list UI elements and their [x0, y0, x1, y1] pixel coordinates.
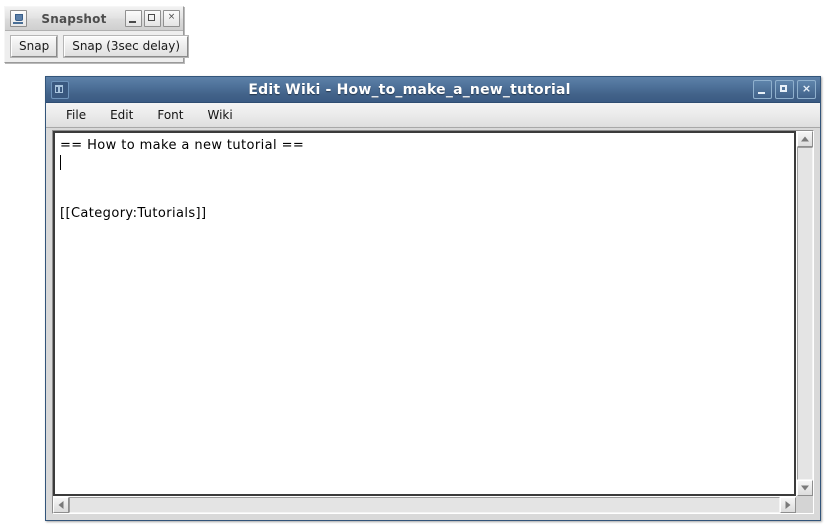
- menu-font[interactable]: Font: [145, 105, 195, 126]
- text-line-with-caret: [60, 154, 789, 205]
- vertical-scroll-track[interactable]: [797, 147, 813, 480]
- arrow-left-icon: [58, 501, 64, 509]
- wiki-text-area[interactable]: == How to make a new tutorial == [[Categ…: [53, 131, 796, 496]
- scroll-down-button[interactable]: [797, 480, 813, 496]
- menu-wiki[interactable]: Wiki: [195, 105, 244, 126]
- maximize-icon: [145, 11, 160, 26]
- edit-wiki-titlebar[interactable]: Edit Wiki - How_to_make_a_new_tutorial ×: [46, 77, 820, 103]
- arrow-right-icon: [785, 501, 791, 509]
- close-icon: ×: [167, 12, 176, 22]
- close-icon: ×: [801, 82, 812, 95]
- scrollbar-corner: [796, 496, 813, 513]
- snapshot-window-title: Snapshot: [41, 11, 107, 26]
- snapshot-minimize-button[interactable]: [125, 10, 142, 27]
- snapshot-close-button[interactable]: ×: [163, 10, 180, 27]
- editor-scrollpane: == How to make a new tutorial == [[Categ…: [52, 130, 814, 514]
- editor-frame: == How to make a new tutorial == [[Categ…: [52, 130, 814, 514]
- snapshot-maximize-button[interactable]: [144, 10, 161, 27]
- minimize-icon: [754, 81, 771, 98]
- menu-file[interactable]: File: [54, 105, 98, 126]
- snap-button[interactable]: Snap: [9, 35, 59, 58]
- scroll-right-button[interactable]: [780, 497, 796, 513]
- arrow-down-icon: [801, 485, 809, 491]
- edit-wiki-window[interactable]: Edit Wiki - How_to_make_a_new_tutorial ×…: [45, 76, 821, 521]
- snapshot-button-panel: Snap Snap (3sec delay): [5, 31, 190, 62]
- horizontal-scrollbar[interactable]: [53, 496, 796, 513]
- snap-delay-button[interactable]: Snap (3sec delay): [63, 35, 190, 58]
- snapshot-window[interactable]: Snapshot × Snap Snap (3sec delay): [4, 6, 190, 63]
- maximize-icon: [776, 81, 793, 98]
- scroll-left-button[interactable]: [53, 497, 69, 513]
- text-line: [[Category:Tutorials]]: [60, 206, 207, 221]
- horizontal-scroll-track[interactable]: [69, 497, 780, 513]
- java-cup-icon: [10, 10, 27, 27]
- edit-wiki-maximize-button[interactable]: [775, 80, 794, 99]
- edit-wiki-window-title: Edit Wiki - How_to_make_a_new_tutorial: [248, 81, 571, 98]
- scroll-up-button[interactable]: [797, 131, 813, 147]
- wiki-app-icon: [51, 80, 69, 99]
- vertical-scrollbar[interactable]: [796, 131, 813, 496]
- minimize-icon: [126, 11, 141, 26]
- text-caret: [60, 155, 61, 170]
- edit-wiki-close-button[interactable]: ×: [797, 80, 816, 99]
- menubar: File Edit Font Wiki: [46, 103, 820, 128]
- edit-wiki-minimize-button[interactable]: [753, 80, 772, 99]
- snapshot-titlebar[interactable]: Snapshot ×: [5, 7, 183, 31]
- arrow-up-icon: [801, 136, 809, 142]
- menu-edit[interactable]: Edit: [98, 105, 145, 126]
- text-line: == How to make a new tutorial ==: [60, 138, 305, 153]
